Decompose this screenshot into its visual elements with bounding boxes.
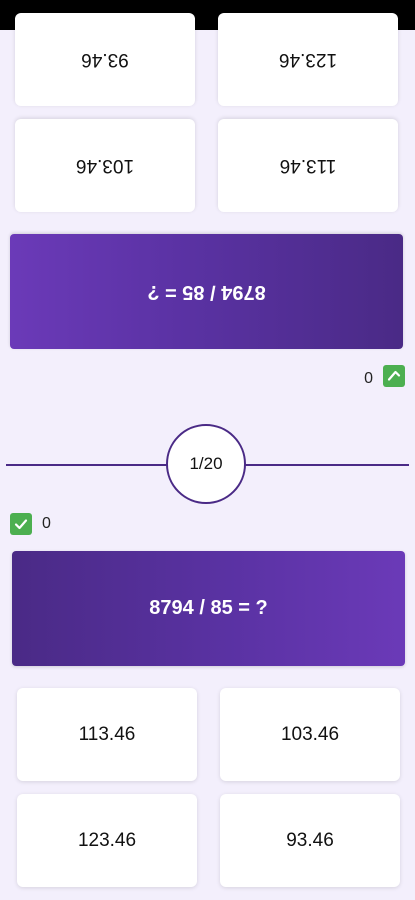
score-value: 0 [364,368,373,385]
answer-grid: 113.46 103.46 123.46 93.46 [15,13,398,212]
answer-button[interactable]: 93.46 [15,13,195,106]
answer-button[interactable]: 113.46 [17,688,197,781]
round-counter: 1/20 [189,454,223,473]
answer-button[interactable]: 103.46 [220,688,400,781]
answer-label: 123.46 [278,49,338,71]
answer-label: 93.46 [286,829,334,851]
question-card: 8794 / 85 = ? [10,234,403,349]
score-value: 0 [42,515,51,532]
answer-label: 103.46 [75,155,135,177]
answer-grid: 113.46 103.46 123.46 93.46 [17,688,400,887]
question-text: 8794 / 85 = ? [149,597,268,619]
question-text: 8794 / 85 = ? [147,281,266,303]
question-card: 8794 / 85 = ? [12,551,405,666]
answer-button[interactable]: 123.46 [17,794,197,887]
answer-button[interactable]: 93.46 [220,794,400,887]
answer-label: 93.46 [81,49,129,71]
answer-label: 113.46 [279,155,337,177]
answer-label: 123.46 [77,829,137,851]
bottom-player-score: 0 [10,513,51,535]
check-icon [10,513,32,535]
check-icon [383,365,405,387]
answer-button[interactable]: 123.46 [218,13,398,106]
answer-label: 113.46 [78,723,136,745]
bottom-player-panel: 0 8794 / 85 = ? 113.46 103.46 123.46 93.… [0,495,415,900]
answer-label: 103.46 [280,723,340,745]
answer-button[interactable]: 103.46 [15,119,195,212]
answer-button[interactable]: 113.46 [218,119,398,212]
top-player-score: 0 [364,365,405,387]
top-player-panel: 0 8794 / 85 = ? 113.46 103.46 123.46 93.… [0,13,415,405]
round-indicator: 1/20 [166,424,246,504]
